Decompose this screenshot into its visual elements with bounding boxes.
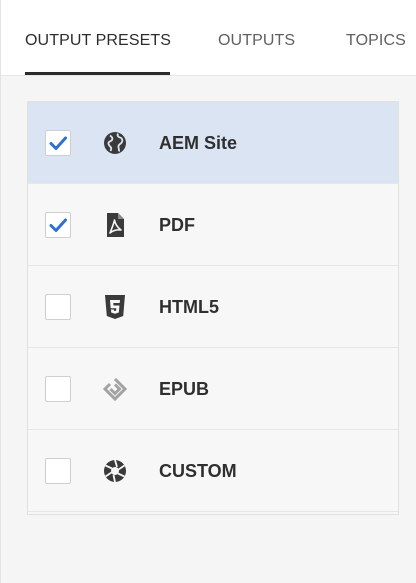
pdf-label: PDF (159, 215, 195, 235)
checkmark-icon (49, 136, 67, 150)
html5-checkbox[interactable] (45, 294, 71, 320)
aem-site-checkbox[interactable] (45, 130, 71, 156)
preset-list: AEM Site PDF HTML5 EPUB CUSTOM (27, 101, 399, 515)
checkmark-icon (49, 218, 67, 232)
pdf-icon (101, 211, 129, 239)
globe-icon (101, 129, 129, 157)
epub-icon (101, 375, 129, 403)
html5-icon (101, 293, 129, 321)
epub-label: EPUB (159, 379, 210, 399)
tab-bar: OUTPUT PRESETS OUTPUTS TOPICS (1, 0, 416, 76)
custom-checkbox[interactable] (45, 458, 71, 484)
active-tab-indicator (25, 72, 170, 75)
pdf-checkbox[interactable] (45, 212, 71, 238)
aem-site-label: AEM Site (159, 133, 238, 153)
preset-row-html5[interactable]: HTML5 (28, 266, 398, 348)
html5-label: HTML5 (159, 297, 219, 317)
tab-topics[interactable]: TOPICS (346, 32, 406, 50)
tab-output-presets[interactable]: OUTPUT PRESETS (25, 32, 171, 50)
epub-checkbox[interactable] (45, 376, 71, 402)
preset-row-epub[interactable]: EPUB (28, 348, 398, 430)
custom-label: CUSTOM (159, 461, 237, 481)
preset-row-aem-site[interactable]: AEM Site (28, 102, 398, 184)
tab-outputs[interactable]: OUTPUTS (218, 32, 295, 50)
output-presets-panel: OUTPUT PRESETS OUTPUTS TOPICS AEM Site P… (0, 0, 416, 583)
aperture-icon (101, 457, 129, 485)
preset-row-custom[interactable]: CUSTOM (28, 430, 398, 512)
preset-row-pdf[interactable]: PDF (28, 184, 398, 266)
